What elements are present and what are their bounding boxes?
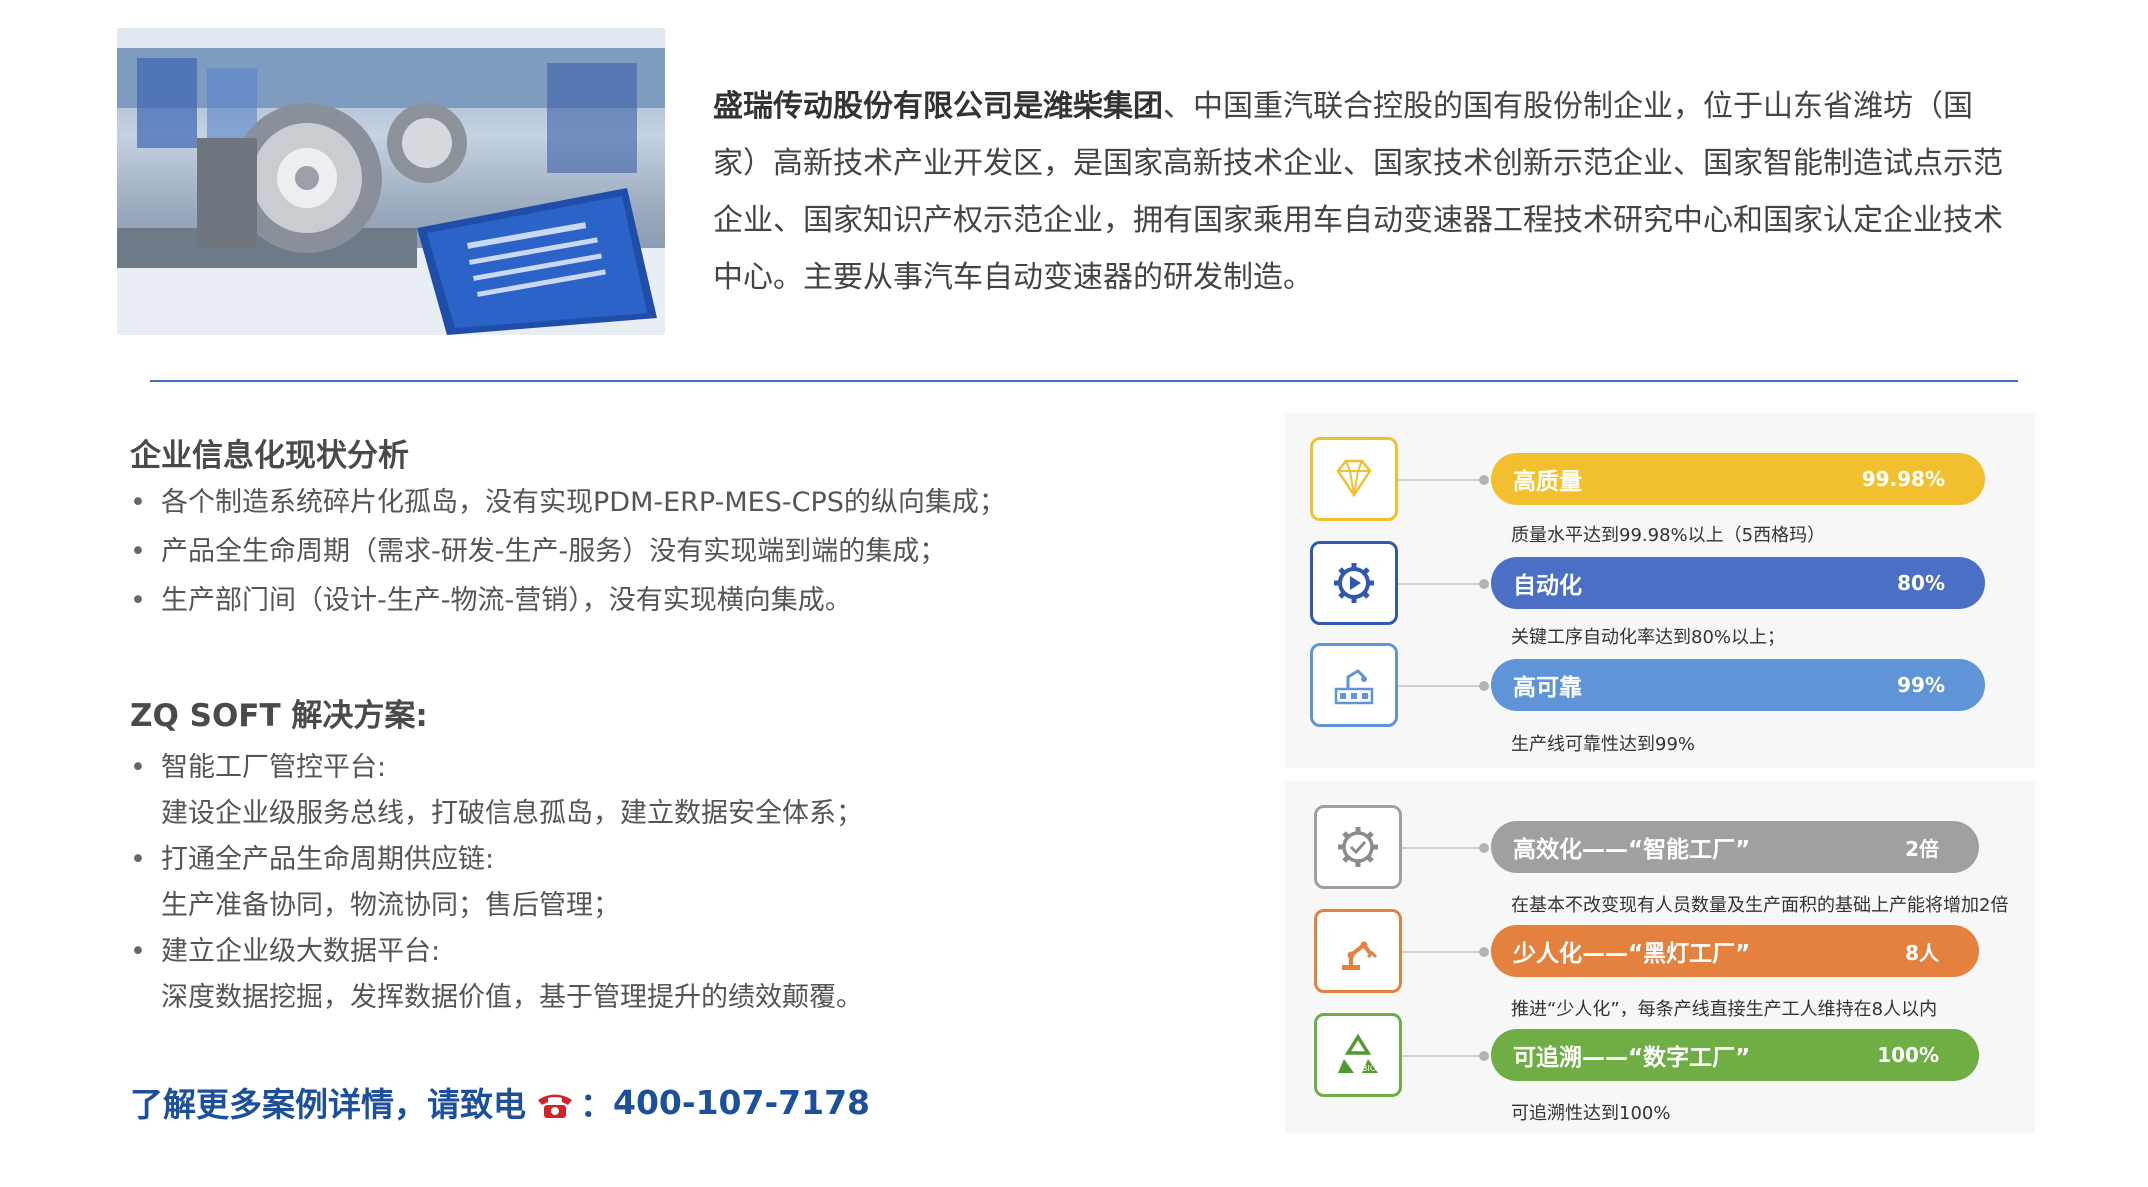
solution-item: 智能工厂管控平台: 建设企业级服务总线，打破信息孤岛，建立数据安全体系； <box>130 745 863 837</box>
factory-robot-icon <box>1334 669 1374 705</box>
metric-icon-box <box>1310 541 1398 625</box>
solution-item-label: 打通全产品生命周期供应链: <box>161 844 495 875</box>
company-intro: 盛瑞传动股份有限公司是潍柴集团、中国重汽联合控股的国有股份制企业，位于山东省潍坊… <box>713 78 2003 306</box>
solution-list: 智能工厂管控平台: 建设企业级服务总线，打破信息孤岛，建立数据安全体系； 打通全… <box>130 745 863 1021</box>
metric-icon-box <box>1310 643 1398 727</box>
section-divider <box>150 380 2018 382</box>
analysis-title: 企业信息化现状分析 <box>130 438 409 474</box>
metric-label: 高质量 <box>1513 469 1582 495</box>
metric-value: 99% <box>1897 673 1945 697</box>
svg-text:BIO: BIO <box>1362 1064 1376 1073</box>
connector-line <box>1398 475 1489 485</box>
metric-desc: 在基本不改变现有人员数量及生产面积的基础上产能将增加2倍 <box>1511 895 2009 916</box>
metric-pill: 自动化 80% <box>1491 557 1985 609</box>
solution-item-sub: 建设企业级服务总线，打破信息孤岛，建立数据安全体系； <box>161 798 863 829</box>
metric-value: 100% <box>1877 1043 1939 1067</box>
metric-pill: 高效化——“智能工厂” 2倍 <box>1491 821 1979 873</box>
connector-line <box>1402 947 1489 957</box>
contact-phone[interactable]: 400-107-7178 <box>613 1083 870 1122</box>
intro-lead: 盛瑞传动股份有限公司是潍柴集团 <box>713 89 1163 124</box>
connector-line <box>1398 579 1489 589</box>
connector-line <box>1398 681 1489 691</box>
metric-pill: 高质量 99.98% <box>1491 453 1985 505</box>
solution-item-label: 智能工厂管控平台: <box>161 752 387 783</box>
metric-icon-box <box>1314 909 1402 993</box>
metric-desc: 生产线可靠性达到99% <box>1511 734 1696 755</box>
metric-label: 可追溯——“数字工厂” <box>1513 1045 1751 1071</box>
metric-pill: 高可靠 99% <box>1491 659 1985 711</box>
metric-desc: 质量水平达到99.98%以上（5西格玛） <box>1511 525 1826 546</box>
analysis-list: 各个制造系统碎片化孤岛，没有实现PDM-ERP-MES-CPS的纵向集成； 产品… <box>130 478 1006 625</box>
solution-item-label: 建立企业级大数据平台: <box>161 936 441 967</box>
analysis-item: 生产部门间（设计-生产-物流-营销），没有实现横向集成。 <box>130 576 1006 625</box>
metric-value: 80% <box>1897 571 1945 595</box>
diamond-icon <box>1336 459 1372 498</box>
analysis-item: 各个制造系统碎片化孤岛，没有实现PDM-ERP-MES-CPS的纵向集成； <box>130 478 1006 527</box>
metric-pill: 少人化——“黑灯工厂” 8人 <box>1491 925 1979 977</box>
metric-desc: 可追溯性达到100% <box>1511 1103 1671 1124</box>
robot-arm-icon <box>1342 941 1378 970</box>
metric-label: 高可靠 <box>1513 675 1582 701</box>
metric-label: 自动化 <box>1513 573 1582 599</box>
solution-item-sub: 深度数据挖掘，发挥数据价值，基于管理提升的绩效颠覆。 <box>161 982 863 1013</box>
metric-icon-box <box>1310 437 1398 521</box>
metric-icon-box <box>1314 805 1402 889</box>
contact-line[interactable]: 了解更多案例详情，请致电 ： 400-107-7178 <box>130 1078 870 1126</box>
solution-item: 打通全产品生命周期供应链: 生产准备协同，物流协同；售后管理； <box>130 837 863 929</box>
analysis-item: 产品全生命周期（需求-研发-生产-服务）没有实现端到端的集成； <box>130 527 1006 576</box>
gear-check-icon <box>1338 827 1378 867</box>
metric-value: 8人 <box>1905 940 1939 965</box>
solution-title: ZQ SOFT 解决方案: <box>130 698 428 734</box>
metric-icon-box: BIO <box>1314 1013 1402 1097</box>
contact-colon: ： <box>580 1085 613 1124</box>
telephone-icon <box>536 1088 574 1118</box>
recycle-bio-icon: BIO <box>1338 1033 1378 1073</box>
solution-item: 建立企业级大数据平台: 深度数据挖掘，发挥数据价值，基于管理提升的绩效颠覆。 <box>130 929 863 1021</box>
metric-pill: 可追溯——“数字工厂” 100% <box>1491 1029 1979 1081</box>
metric-desc: 关键工序自动化率达到80%以上； <box>1511 627 1786 648</box>
contact-text: 了解更多案例详情，请致电 <box>130 1085 526 1124</box>
metrics-panel-top: 高质量 99.98% 质量水平达到99.98%以上（5西格玛） 自动化 80% … <box>1285 413 2035 768</box>
metric-label: 高效化——“智能工厂” <box>1513 837 1751 863</box>
metrics-panel-bottom: 高效化——“智能工厂” 2倍 在基本不改变现有人员数量及生产面积的基础上产能将增… <box>1285 781 2035 1134</box>
metric-label: 少人化——“黑灯工厂” <box>1513 941 1751 967</box>
solution-item-sub: 生产准备协同，物流协同；售后管理； <box>161 890 620 921</box>
metric-value: 99.98% <box>1861 467 1945 491</box>
connector-line <box>1402 843 1489 853</box>
hero-photo <box>117 28 665 335</box>
gear-play-icon <box>1334 563 1374 603</box>
connector-line <box>1402 1051 1489 1061</box>
metric-value: 2倍 <box>1905 836 1939 861</box>
metric-desc: 推进“少人化”，每条产线直接生产工人维持在8人以内 <box>1511 999 1938 1020</box>
transmission-display-image <box>117 28 665 335</box>
